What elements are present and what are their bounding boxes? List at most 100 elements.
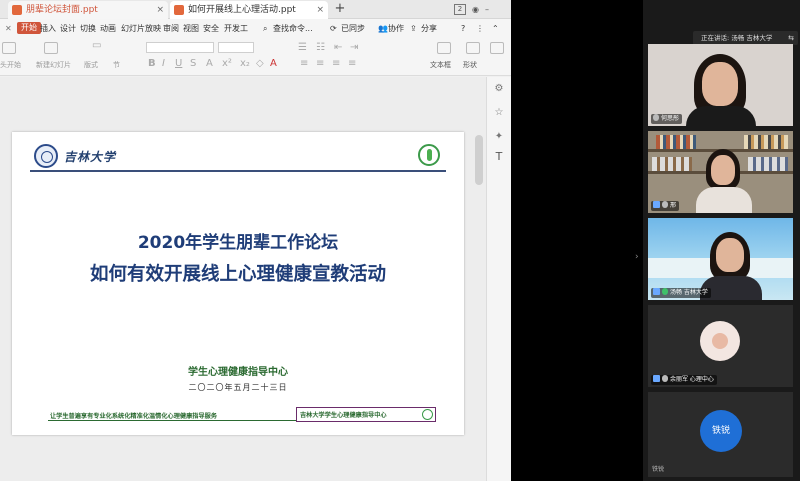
collapse-ribbon-icon[interactable]: ⌃ xyxy=(492,23,499,35)
textbox-icon[interactable] xyxy=(437,42,451,54)
collab-icon: 👥 xyxy=(378,24,388,33)
participant-name: 余丽军 心理中心 xyxy=(670,376,714,383)
video-tile[interactable]: 何思彤 xyxy=(648,44,793,126)
tab-activity-ppt[interactable]: 如何开展线上心理活动.ppt × xyxy=(170,1,328,19)
slide-footer-slogan: 让学生普遍享有专业化系统化精准化温情化心理健康指导服务 xyxy=(50,413,218,420)
menu-security[interactable]: 安全 xyxy=(203,23,219,35)
minimize-icon[interactable]: – xyxy=(485,5,489,14)
participant-avatar xyxy=(700,321,740,361)
font-name-select[interactable] xyxy=(146,42,214,53)
slide-organization: 学生心理健康指导中心 xyxy=(188,367,288,378)
screen: 朋辈论坛封面.ppt × 如何开展线上心理活动.ppt × + 2 ◉ – ✕ … xyxy=(0,0,800,481)
video-tile[interactable]: 汤畅 吉林大学 xyxy=(648,218,793,300)
user-icon xyxy=(653,375,660,382)
share-button[interactable]: 分享 xyxy=(421,23,437,35)
star-icon[interactable]: ☆ xyxy=(493,107,505,119)
play-from-start-icon[interactable] xyxy=(2,42,16,54)
video-tile[interactable]: 余丽军 心理中心 xyxy=(648,305,793,387)
ppt-file-icon xyxy=(12,5,22,15)
participant-name-tag: 何思彤 xyxy=(651,114,683,124)
superscript-icon[interactable]: x² xyxy=(222,58,232,69)
indent-icon[interactable]: ⇤ xyxy=(334,42,342,53)
justify-icon[interactable]: ≡ xyxy=(348,58,356,69)
reset-icon[interactable]: ▭ xyxy=(92,40,101,51)
participant-name: 邢 xyxy=(670,202,677,209)
participant-name: 何思彤 xyxy=(661,115,680,122)
slide-date: 二〇二〇年五月二十三日 xyxy=(188,383,288,392)
participant-face xyxy=(716,238,744,272)
sparkle-icon[interactable]: ✦ xyxy=(493,131,505,143)
layout-button[interactable]: 版式 xyxy=(84,60,98,70)
help-icon[interactable]: ? xyxy=(461,23,465,35)
textbox-button[interactable]: 文本框 xyxy=(430,60,451,70)
tab-count-badge[interactable]: 2 xyxy=(454,3,466,15)
vertical-scrollbar[interactable] xyxy=(475,135,483,185)
command-search[interactable]: 查找命令... xyxy=(273,23,313,35)
shape-icon[interactable] xyxy=(466,42,480,54)
video-tile[interactable]: 铁锐 铁锐 xyxy=(648,392,793,477)
menu-design[interactable]: 设计 xyxy=(60,23,76,35)
slide-title: 2020年学生朋辈工作论坛 xyxy=(137,233,339,253)
books xyxy=(652,157,692,171)
menu-transition[interactable]: 切换 xyxy=(80,23,96,35)
align-right-icon[interactable]: ≡ xyxy=(332,58,340,69)
menu-review[interactable]: 审阅 xyxy=(163,23,179,35)
menu-toggle-icon[interactable]: ✕ xyxy=(5,23,12,35)
window-controls: 2 ◉ – xyxy=(454,2,489,16)
clear-format-icon[interactable]: ◇ xyxy=(256,58,264,69)
sync-icon: ⟳ xyxy=(330,24,337,33)
speaker-layout-icon[interactable]: ⇆ xyxy=(788,31,794,45)
close-icon[interactable]: × xyxy=(156,1,164,19)
video-tile[interactable]: 邢 xyxy=(648,131,793,213)
font-color-icon[interactable]: A xyxy=(270,58,277,69)
outdent-icon[interactable]: ⇥ xyxy=(350,42,358,53)
avatar-icon[interactable]: ◉ xyxy=(472,5,479,14)
right-side-panel: ⚙ ☆ ✦ T xyxy=(486,77,511,481)
slide-page[interactable]: 吉林大学 2020年学生朋辈工作论坛 如何有效开展线上心理健康宣教活动 学生心理… xyxy=(12,132,464,435)
menu-view[interactable]: 视图 xyxy=(183,23,199,35)
center-logo-icon xyxy=(422,409,433,420)
new-slide-button[interactable]: 新建幻灯片 xyxy=(36,60,71,70)
new-slide-icon[interactable] xyxy=(44,42,58,54)
new-tab-button[interactable]: + xyxy=(333,0,347,18)
slide-subtitle: 如何有效开展线上心理健康宣教活动 xyxy=(89,264,386,285)
collapse-panel-icon[interactable]: › xyxy=(635,252,639,262)
align-left-icon[interactable]: ≡ xyxy=(300,58,308,69)
footer-divider xyxy=(48,420,296,421)
bullets-icon[interactable]: ☰ xyxy=(298,42,307,53)
font-size-select[interactable] xyxy=(218,42,254,53)
bold-icon[interactable]: B xyxy=(148,58,156,69)
shape-button[interactable]: 形状 xyxy=(463,60,477,70)
participant-face xyxy=(711,155,735,185)
subscript-icon[interactable]: x₂ xyxy=(240,58,250,69)
align-center-icon[interactable]: ≡ xyxy=(316,58,324,69)
properties-icon[interactable]: ⚙ xyxy=(493,83,505,95)
university-seal-icon xyxy=(34,144,58,168)
arrange-icon[interactable] xyxy=(490,42,504,54)
meeting-panel: 正在讲话: 汤畅 吉林大学 ⇆ 何思彤 邢 汤畅 吉林大学 余丽军 心理中心 铁… xyxy=(643,0,800,481)
participant-name: 铁锐 xyxy=(652,466,665,473)
books xyxy=(656,135,696,149)
menu-start[interactable]: 开始 xyxy=(17,22,41,34)
underline-icon[interactable]: U xyxy=(175,58,182,69)
participant-name-tag: 余丽军 心理中心 xyxy=(651,375,717,385)
strikethrough-icon[interactable]: S xyxy=(190,58,196,69)
sync-status[interactable]: 已同步 xyxy=(341,23,365,35)
menu-slideshow[interactable]: 幻灯片放映 xyxy=(121,23,161,35)
numbering-icon[interactable]: ☷ xyxy=(316,42,325,53)
menu-animation[interactable]: 动画 xyxy=(100,23,116,35)
shadow-icon[interactable]: A xyxy=(206,58,213,69)
collab-button[interactable]: 协作 xyxy=(388,23,404,35)
header-divider xyxy=(30,170,446,172)
footer-badge-text: 吉林大学学生心理健康指导中心 xyxy=(300,412,387,419)
tab-label: 如何开展线上心理活动.ppt xyxy=(188,5,296,15)
section-button[interactable]: 节 xyxy=(113,60,120,70)
more-icon[interactable]: ⋮ xyxy=(476,23,484,35)
close-icon[interactable]: × xyxy=(316,1,324,19)
italic-icon[interactable]: I xyxy=(162,58,165,69)
menu-insert[interactable]: 插入 xyxy=(40,23,56,35)
tab-cover-ppt[interactable]: 朋辈论坛封面.ppt × xyxy=(8,1,168,19)
text-icon[interactable]: T xyxy=(493,151,505,163)
menu-developer[interactable]: 开发工 xyxy=(224,23,248,35)
from-current-label[interactable]: 头开始 xyxy=(0,60,21,70)
